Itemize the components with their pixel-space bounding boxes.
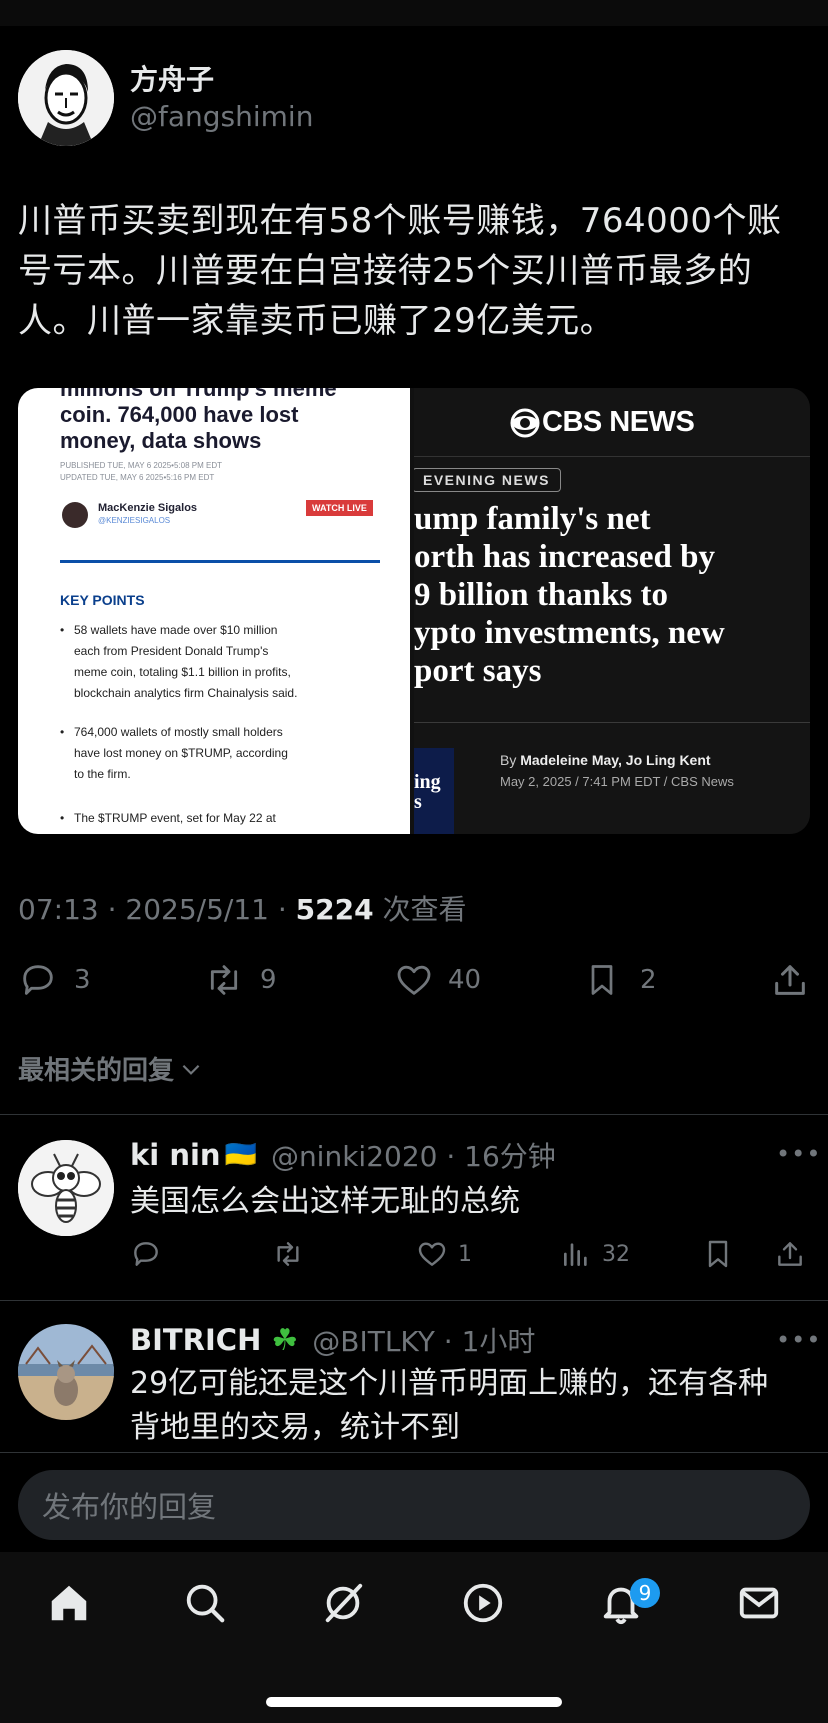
- like-count: 40: [448, 965, 482, 995]
- bookmark-icon: [708, 1240, 728, 1268]
- notification-badge: 9: [630, 1578, 660, 1608]
- reporter-avatar: [62, 502, 88, 528]
- retweet-icon: [277, 1242, 299, 1266]
- media-image-cbs[interactable]: CBS NEWS EVENING NEWS ump family's net o…: [414, 388, 810, 834]
- reporter-name: MacKenzie Sigalos: [98, 502, 198, 514]
- tweet-meta: 07:13 · 2025/5/11 · 5224 次查看: [18, 888, 467, 928]
- analytics-icon: [564, 1243, 587, 1266]
- key-point: • The $TRUMP event, set for May 22 at: [60, 811, 276, 825]
- share-action[interactable]: [770, 960, 810, 1000]
- tweet-text-line: 人。川普一家靠卖币已赚了29亿美元。: [18, 301, 615, 341]
- reply-action[interactable]: 3: [18, 960, 91, 1000]
- chevron-down-icon: [182, 1064, 200, 1075]
- cbs-side-thumbnail: ing s: [414, 748, 454, 834]
- tweet-text-line: 号亏本。川普要在白宫接待25个买川普币最多的: [18, 251, 753, 291]
- watch-live-badge: WATCH LIVE: [306, 500, 373, 516]
- cbs-logo: CBS NEWS: [510, 406, 695, 439]
- reply-author-name[interactable]: BITRICH: [130, 1323, 261, 1357]
- reply-author-handle[interactable]: @ninki2020 · 16分钟: [271, 1135, 556, 1175]
- cbs-eye-icon: [510, 408, 540, 437]
- reporter-handle: @KENZIESIGALOS: [98, 516, 171, 525]
- reply-share-action[interactable]: [774, 1238, 806, 1270]
- bookmark-action[interactable]: 2: [584, 960, 657, 1000]
- cbs-mid-rule: [414, 722, 810, 723]
- publish-dates: PUBLISHED TUE, MAY 6 2025•5:08 PM EDT UP…: [60, 461, 222, 482]
- tweet-text-line: 川普币买卖到现在有58个账号赚钱，764000个账: [18, 201, 782, 241]
- nav-video[interactable]: [460, 1580, 506, 1626]
- key-points-title: KEY POINTS: [60, 592, 145, 608]
- views-label: 次查看: [373, 893, 467, 926]
- reply-sort-dropdown[interactable]: 最相关的回复: [18, 1050, 204, 1087]
- tweet-text: 川普币买卖到现在有58个账号赚钱，764000个账 号亏本。川普要在白宫接待25…: [18, 196, 818, 346]
- reply-views-count: 32: [602, 1241, 630, 1267]
- reply-text: 美国怎么会出这样无耻的总统: [130, 1184, 520, 1219]
- heart-icon: [397, 965, 431, 995]
- tweet-timestamp[interactable]: 07:13 · 2025/5/11 ·: [18, 893, 296, 926]
- reply-count: 3: [74, 965, 91, 995]
- key-point: • 764,000 wallets of mostly small holder…: [60, 725, 288, 781]
- divider: [0, 1114, 828, 1115]
- key-point: • 58 wallets have made over $10 million …: [60, 623, 298, 700]
- key-points-rule: [60, 560, 380, 563]
- reply-text: 29亿可能还是这个川普币明面上赚的，还有各种 背地里的交易，统计不到: [130, 1366, 769, 1445]
- evening-news-tag: EVENING NEWS: [414, 468, 561, 492]
- like-action[interactable]: 40: [394, 960, 481, 1000]
- bookmark-count: 2: [640, 965, 657, 995]
- search-icon: [186, 1584, 225, 1623]
- grok-icon: [325, 1583, 363, 1623]
- reply-reply-action[interactable]: [130, 1238, 162, 1270]
- cbs-byline: By Madeleine May, Jo Ling Kent: [500, 752, 711, 768]
- reply-icon: [134, 1242, 158, 1266]
- author-handle[interactable]: @fangshimin: [130, 100, 313, 133]
- reply-sort-label: 最相关的回复: [18, 1056, 175, 1086]
- flag-icon: 🇺🇦: [224, 1140, 257, 1170]
- cbs-headline: ump family's net orth has increased by 9…: [414, 501, 725, 689]
- reply-like-action[interactable]: 1: [416, 1238, 472, 1270]
- views-count[interactable]: 5224: [296, 893, 374, 926]
- divider: [0, 1300, 828, 1301]
- reply-header: BITRICH ☘ @BITLKY · 1小时: [130, 1320, 535, 1360]
- more-options-icon[interactable]: •••: [776, 1140, 821, 1168]
- share-icon: [775, 965, 805, 995]
- author-avatar[interactable]: [18, 50, 114, 146]
- mail-icon: [739, 1587, 779, 1619]
- media-image-cnbc[interactable]: millions on Trump's meme coin. 764,000 h…: [18, 388, 410, 834]
- heart-icon: [418, 1242, 446, 1266]
- cbs-dateline: May 2, 2025 / 7:41 PM EDT / CBS News: [500, 774, 734, 789]
- nav-home[interactable]: [46, 1580, 92, 1626]
- reply-compose-input[interactable]: 发布你的回复: [18, 1470, 810, 1540]
- nav-messages[interactable]: [736, 1580, 782, 1626]
- retweet-action[interactable]: 9: [202, 960, 277, 1000]
- cbs-top-rule: [414, 456, 810, 457]
- clover-icon: ☘: [271, 1322, 299, 1358]
- reply-avatar[interactable]: [18, 1324, 114, 1420]
- compose-placeholder: 发布你的回复: [42, 1490, 217, 1524]
- reply-avatar[interactable]: [18, 1140, 114, 1236]
- author-name[interactable]: 方舟子: [130, 58, 214, 98]
- home-indicator: [266, 1697, 562, 1707]
- bottom-nav: 9: [0, 1552, 828, 1723]
- reply-author-name[interactable]: ki nin: [130, 1138, 221, 1172]
- reply-author-handle[interactable]: @BITLKY · 1小时: [312, 1320, 535, 1360]
- reply-like-count: 1: [458, 1241, 472, 1267]
- reply-bookmark-action[interactable]: [702, 1238, 734, 1270]
- home-icon: [51, 1585, 87, 1621]
- nav-grok[interactable]: [320, 1580, 366, 1626]
- reply-icon: [23, 965, 53, 995]
- nav-search[interactable]: [182, 1580, 228, 1626]
- status-bar: [0, 0, 828, 26]
- reply-retweet-action[interactable]: [270, 1238, 306, 1270]
- article-headline: millions on Trump's meme coin. 764,000 h…: [60, 388, 337, 453]
- reply-header: ki nin 🇺🇦 @ninki2020 · 16分钟: [130, 1135, 556, 1175]
- tweet-media[interactable]: millions on Trump's meme coin. 764,000 h…: [18, 388, 810, 834]
- play-icon: [463, 1583, 503, 1623]
- bookmark-icon: [591, 965, 613, 995]
- share-icon: [778, 1242, 802, 1266]
- retweet-icon: [210, 965, 238, 995]
- more-options-icon[interactable]: •••: [776, 1326, 821, 1354]
- retweet-count: 9: [260, 965, 277, 995]
- reply-views-action[interactable]: 32: [560, 1238, 630, 1270]
